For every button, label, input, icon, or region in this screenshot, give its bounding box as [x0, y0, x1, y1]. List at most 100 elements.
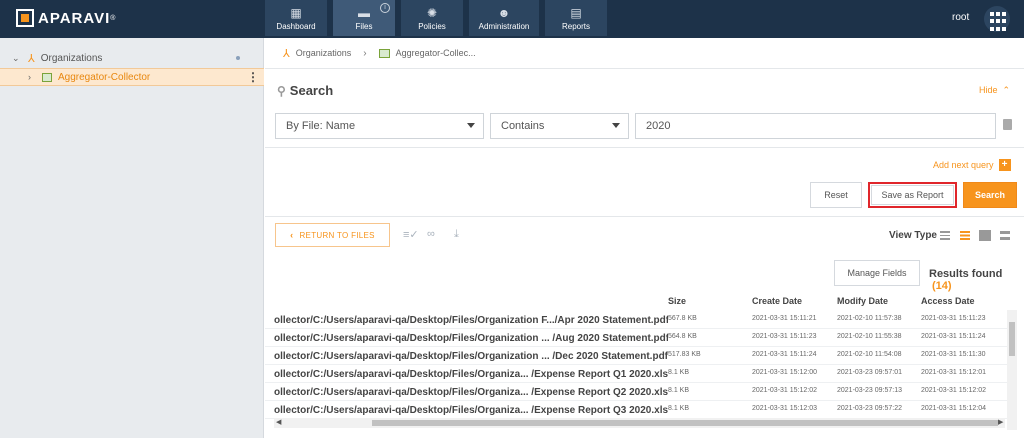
link-icon[interactable]: ∞ [427, 228, 435, 240]
breadcrumb-organizations[interactable]: Organizations [296, 48, 352, 58]
manage-fields-button[interactable]: Manage Fields [834, 260, 920, 286]
sidebar: ⌄ ⅄ Organizations › Aggregator-Collector… [0, 38, 264, 438]
file-path[interactable]: ollector/C:/Users/aparavi-qa/Desktop/Fil… [274, 405, 668, 416]
nav-reports[interactable]: ▤ Reports [545, 0, 607, 36]
aparavi-logo[interactable]: APARAVI ® [16, 9, 116, 27]
collector-icon [378, 48, 390, 58]
users-icon: ☻ [497, 5, 511, 20]
scroll-right-arrow-icon[interactable]: ▶ [998, 418, 1003, 426]
nav-reports-label: Reports [561, 21, 590, 31]
plus-icon: + [998, 159, 1011, 171]
table-row[interactable]: ollector/C:/Users/aparavi-qa/Desktop/Fil… [265, 365, 1009, 383]
search-title: Search [289, 83, 334, 98]
search-icon: ⚲ [277, 83, 286, 98]
scrollbar-thumb[interactable] [372, 420, 998, 426]
modify-date: 2021-02-10 11:57:38 [837, 315, 902, 322]
file-size: 8.1 KB [668, 405, 690, 412]
create-date: 2021-03-31 15:11:24 [752, 351, 817, 358]
create-date: 2021-03-31 15:12:02 [752, 387, 817, 394]
dashboard-icon: ▦ [290, 5, 302, 20]
column-modify-date[interactable]: Modify Date [837, 296, 888, 306]
access-date: 2021-03-31 15:11:24 [921, 333, 986, 340]
create-date: 2021-03-31 15:12:03 [752, 405, 817, 412]
results-found: Results found (14) [929, 268, 1024, 292]
file-path[interactable]: ollector/C:/Users/aparavi-qa/Desktop/Fil… [274, 333, 668, 344]
hide-label: Hide [979, 85, 998, 95]
kebab-menu-icon[interactable]: ⋮ [247, 70, 259, 84]
search-heading: ⚲ Search [277, 83, 333, 98]
list-view-icon[interactable] [940, 231, 950, 240]
modify-date: 2021-02-10 11:55:38 [837, 333, 902, 340]
horizontal-scrollbar[interactable]: ◀ ▶ [274, 418, 1005, 428]
hide-search-link[interactable]: Hide ⌃ [979, 85, 1010, 96]
apps-grid-icon[interactable] [984, 6, 1010, 32]
create-date: 2021-03-31 15:12:00 [752, 369, 817, 376]
file-path[interactable]: ollector/C:/Users/aparavi-qa/Desktop/Fil… [274, 369, 668, 380]
reset-button[interactable]: Reset [810, 182, 862, 208]
create-date: 2021-03-31 15:11:23 [752, 333, 817, 340]
gear-icon: ✺ [426, 5, 438, 20]
field-select[interactable]: By File: Name [275, 113, 484, 139]
user-name[interactable]: root [952, 12, 969, 23]
table-row[interactable]: ollector/C:/Users/aparavi-qa/Desktop/Fil… [265, 347, 1009, 365]
brand-trademark: ® [110, 14, 117, 22]
wide-view-icon[interactable] [1000, 231, 1010, 240]
info-icon[interactable]: i [380, 3, 390, 13]
download-icon[interactable]: ⤓ [454, 228, 459, 241]
table-row[interactable]: ollector/C:/Users/aparavi-qa/Desktop/Fil… [265, 383, 1009, 401]
add-next-query[interactable]: Add next query + [933, 159, 1011, 171]
nav-files[interactable]: i ▬ Files [333, 0, 395, 36]
select-list-icon[interactable]: ≡✓ [403, 228, 419, 241]
chevron-right-icon[interactable]: › [28, 72, 38, 82]
file-path[interactable]: ollector/C:/Users/aparavi-qa/Desktop/Fil… [274, 315, 668, 326]
results-found-label: Results found [929, 268, 1003, 280]
file-size: 564.8 KB [668, 333, 697, 340]
search-button[interactable]: Search [963, 182, 1017, 208]
modify-date: 2021-03-23 09:57:01 [837, 369, 902, 376]
table-row[interactable]: ollector/C:/Users/aparavi-qa/Desktop/Fil… [265, 311, 1009, 329]
tree-item-organizations[interactable]: ⌄ ⅄ Organizations [0, 49, 264, 67]
main-content: ⅄ Organizations › Aggregator-Collec... ⚲… [265, 38, 1024, 438]
table-row[interactable]: ollector/C:/Users/aparavi-qa/Desktop/Fil… [265, 329, 1009, 347]
nav-dashboard[interactable]: ▦ Dashboard [265, 0, 327, 36]
save-as-report-button[interactable]: Save as Report [868, 182, 957, 208]
main-nav: ▦ Dashboard i ▬ Files ✺ Policies ☻ Admin… [265, 0, 613, 36]
chevron-up-icon: ⌃ [1000, 85, 1011, 95]
file-path[interactable]: ollector/C:/Users/aparavi-qa/Desktop/Fil… [274, 387, 668, 398]
access-date: 2021-03-31 15:11:30 [921, 351, 986, 358]
tree-item-collector-label: Aggregator-Collector [58, 71, 151, 83]
file-size: 567.8 KB [668, 315, 697, 322]
file-size: 517.83 KB [668, 351, 701, 358]
organization-icon: ⅄ [28, 52, 35, 65]
file-size: 8.1 KB [668, 369, 690, 376]
column-access-date[interactable]: Access Date [921, 296, 975, 306]
search-value: 2020 [646, 120, 671, 132]
breadcrumb: ⅄ Organizations › Aggregator-Collec... [265, 38, 1024, 69]
grid-view-icon[interactable] [979, 230, 991, 241]
nav-administration[interactable]: ☻ Administration [469, 0, 539, 36]
scroll-left-arrow-icon[interactable]: ◀ [276, 418, 281, 426]
folder-icon: ▬ [358, 5, 370, 20]
chevron-down-icon[interactable]: ⌄ [12, 53, 22, 64]
divider [265, 216, 1024, 217]
nav-policies[interactable]: ✺ Policies [401, 0, 463, 36]
organization-icon: ⅄ [283, 47, 290, 60]
search-value-input[interactable]: 2020 [635, 113, 996, 139]
vertical-scrollbar[interactable] [1007, 310, 1017, 430]
table-row[interactable]: ollector/C:/Users/aparavi-qa/Desktop/Fil… [265, 401, 1009, 419]
breadcrumb-current[interactable]: Aggregator-Collec... [396, 48, 476, 58]
trash-icon[interactable] [1003, 119, 1012, 130]
add-query-label: Add next query [933, 160, 994, 170]
detail-view-icon[interactable] [960, 231, 970, 240]
access-date: 2021-03-31 15:12:04 [921, 405, 986, 412]
file-path[interactable]: ollector/C:/Users/aparavi-qa/Desktop/Fil… [274, 351, 668, 362]
operator-select[interactable]: Contains [490, 113, 629, 139]
scrollbar-thumb[interactable] [1009, 322, 1015, 356]
column-create-date[interactable]: Create Date [752, 296, 802, 306]
return-to-files-button[interactable]: ‹ RETURN TO FILES [275, 223, 390, 247]
access-date: 2021-03-31 15:11:23 [921, 315, 986, 322]
access-date: 2021-03-31 15:12:01 [921, 369, 986, 376]
column-size[interactable]: Size [668, 296, 686, 306]
tree-item-aggregator-collector[interactable]: › Aggregator-Collector ⋮ [0, 68, 264, 86]
modify-date: 2021-02-10 11:54:08 [837, 351, 902, 358]
